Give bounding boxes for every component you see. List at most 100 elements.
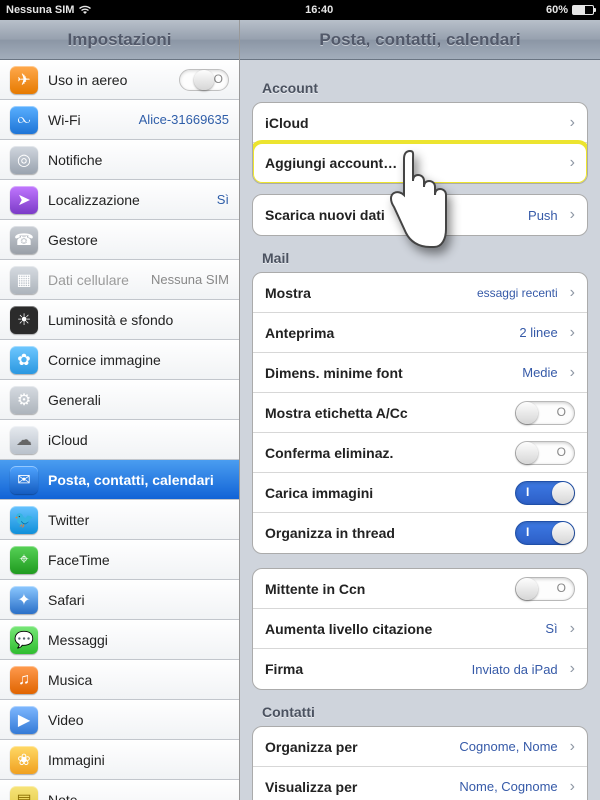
sidebar-item-location[interactable]: ➤ Localizzazione Sì [0, 180, 239, 220]
sidebar-item-label: Musica [48, 672, 229, 688]
row-display-order[interactable]: Visualizza per Nome, Cognome › [253, 767, 587, 800]
cloud-icon: ☁ [10, 426, 38, 454]
sidebar-item-messages[interactable]: 💬 Messaggi [0, 620, 239, 660]
sidebar-item-twitter[interactable]: 🐦 Twitter [0, 500, 239, 540]
status-bar: Nessuna SIM 16:40 60% [0, 0, 600, 20]
row-add-account[interactable]: Aggiungi account… › [253, 143, 587, 183]
row-label: Carica immagini [265, 485, 507, 501]
chevron-icon: › [570, 114, 575, 132]
sidebar-item-label: Video [48, 712, 229, 728]
row-label: Organizza per [265, 739, 451, 755]
sidebar-item-music[interactable]: ♫ Musica [0, 660, 239, 700]
sidebar-item-label: Notifiche [48, 152, 229, 168]
row-label: Visualizza per [265, 779, 451, 795]
toggle-bcc-self[interactable]: O [515, 577, 575, 601]
detail-title: Posta, contatti, calendari [240, 20, 600, 60]
sidebar-item-safari[interactable]: ✦ Safari [0, 580, 239, 620]
sidebar-item-label: Cornice immagine [48, 352, 229, 368]
sidebar-item-cellular: ▦ Dati cellulare Nessuna SIM [0, 260, 239, 300]
row-increase-quote[interactable]: Aumenta livello citazione Sì › [253, 609, 587, 649]
picture-frame-icon: ✿ [10, 346, 38, 374]
loc-value: Sì [217, 192, 229, 207]
sidebar-item-label: Localizzazione [48, 192, 207, 208]
mail-icon: ✉ [10, 466, 38, 494]
carrier-text: Nessuna SIM [6, 4, 74, 16]
row-load-images[interactable]: Carica immagini I [253, 473, 587, 513]
sidebar-item-label: Posta, contatti, calendari [48, 472, 229, 488]
sidebar-item-carrier[interactable]: ☎ Gestore [0, 220, 239, 260]
toggle-load-images[interactable]: I [515, 481, 575, 505]
cell-value: Nessuna SIM [151, 272, 229, 287]
wifi-icon: ⧜ [10, 106, 38, 134]
music-icon: ♫ [10, 666, 38, 694]
row-value: Push [528, 208, 558, 223]
row-value: Cognome, Nome [459, 739, 557, 754]
group-label-contacts: Contatti [252, 690, 588, 726]
row-min-font[interactable]: Dimens. minime font Medie › [253, 353, 587, 393]
chevron-icon: › [570, 206, 575, 224]
sidebar-item-label: Immagini [48, 752, 229, 768]
brightness-icon: ☀ [10, 306, 38, 334]
sidebar-item-airplane[interactable]: ✈ Uso in aereo O [0, 60, 239, 100]
airplane-toggle[interactable]: O [179, 69, 229, 91]
notifications-icon: ◎ [10, 146, 38, 174]
messages-icon: 💬 [10, 626, 38, 654]
chevron-icon: › [570, 660, 575, 678]
row-sort-order[interactable]: Organizza per Cognome, Nome › [253, 727, 587, 767]
sidebar-item-picture-frame[interactable]: ✿ Cornice immagine [0, 340, 239, 380]
row-label: Conferma eliminaz. [265, 445, 507, 461]
sidebar-item-notes[interactable]: ▤ Note [0, 780, 239, 800]
chevron-icon: › [570, 620, 575, 638]
sidebar-item-label: Note [48, 792, 229, 800]
chevron-icon: › [570, 154, 575, 172]
chevron-icon: › [570, 324, 575, 342]
sidebar-item-facetime[interactable]: ⌖ FaceTime [0, 540, 239, 580]
sidebar-item-label: Wi-Fi [48, 112, 129, 128]
row-label: Anteprima [265, 325, 511, 341]
toggle-thread[interactable]: I [515, 521, 575, 545]
row-bcc-self[interactable]: Mittente in Ccn O [253, 569, 587, 609]
row-preview[interactable]: Anteprima 2 linee › [253, 313, 587, 353]
row-value: Medie [522, 365, 557, 380]
airplane-icon: ✈ [10, 66, 38, 94]
row-label: iCloud [265, 115, 558, 131]
sidebar-item-label: iCloud [48, 432, 229, 448]
row-signature[interactable]: Firma Inviato da iPad › [253, 649, 587, 689]
sidebar-item-notifications[interactable]: ◎ Notifiche [0, 140, 239, 180]
row-fetch-data[interactable]: Scarica nuovi dati Push › [253, 195, 587, 235]
row-show[interactable]: Mostra essaggi recenti › [253, 273, 587, 313]
sidebar-item-video[interactable]: ▶ Video [0, 700, 239, 740]
photos-icon: ❀ [10, 746, 38, 774]
twitter-icon: 🐦 [10, 506, 38, 534]
row-label: Firma [265, 661, 464, 677]
row-show-tocc[interactable]: Mostra etichetta A/Cc O [253, 393, 587, 433]
toggle-show-tocc[interactable]: O [515, 401, 575, 425]
wifi-value: Alice-31669635 [139, 112, 229, 127]
sidebar-item-photos[interactable]: ❀ Immagini [0, 740, 239, 780]
notes-icon: ▤ [10, 786, 38, 800]
row-label: Mostra etichetta A/Cc [265, 405, 507, 421]
sidebar-item-label: Generali [48, 392, 229, 408]
sidebar-item-wifi[interactable]: ⧜ Wi-Fi Alice-31669635 [0, 100, 239, 140]
status-time: 16:40 [92, 4, 546, 16]
row-value: Sì [545, 621, 557, 636]
chevron-icon: › [570, 778, 575, 796]
sidebar-item-label: Gestore [48, 232, 229, 248]
battery-pct: 60% [546, 4, 568, 16]
group-label-mail: Mail [252, 236, 588, 272]
sidebar-item-mail-contacts-calendars[interactable]: ✉ Posta, contatti, calendari [0, 460, 239, 500]
sidebar-item-general[interactable]: ⚙ Generali [0, 380, 239, 420]
detail-pane: Posta, contatti, calendari Account iClou… [240, 20, 600, 800]
sidebar-item-brightness[interactable]: ☀ Luminosità e sfondo [0, 300, 239, 340]
sidebar-item-label: Messaggi [48, 632, 229, 648]
sidebar-item-icloud[interactable]: ☁ iCloud [0, 420, 239, 460]
row-icloud-account[interactable]: iCloud › [253, 103, 587, 143]
row-label: Mostra [265, 285, 469, 301]
toggle-confirm-delete[interactable]: O [515, 441, 575, 465]
group-mail-1: Mostra essaggi recenti › Anteprima 2 lin… [252, 272, 588, 554]
row-confirm-delete[interactable]: Conferma eliminaz. O [253, 433, 587, 473]
group-fetch: Scarica nuovi dati Push › [252, 194, 588, 236]
row-value: Inviato da iPad [472, 662, 558, 677]
battery-icon [572, 5, 594, 15]
row-thread[interactable]: Organizza in thread I [253, 513, 587, 553]
